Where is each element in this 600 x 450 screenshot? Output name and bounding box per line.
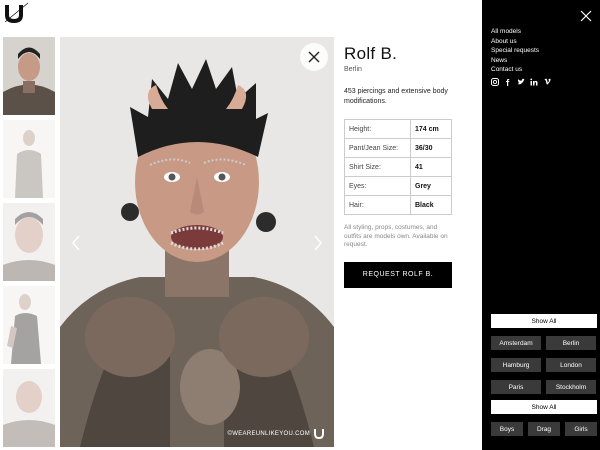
- spec-value: Black: [410, 195, 452, 215]
- next-photo-button[interactable]: [310, 232, 326, 254]
- menu-links: All models About us Special requests New…: [491, 27, 539, 75]
- thumbnail-strip: [3, 37, 55, 450]
- city-chip-london[interactable]: London: [546, 358, 596, 372]
- city-chip-stockholm[interactable]: Stockholm: [546, 380, 596, 394]
- portrait-image: [60, 37, 334, 447]
- thumbnail-5[interactable]: [3, 369, 55, 447]
- thumbnail-2[interactable]: [3, 120, 55, 198]
- spec-value: 174 cm: [410, 119, 452, 139]
- model-photo: ©WEAREUNLIKEYOU.COM: [60, 37, 334, 447]
- category-chips: Boys Drag Girls: [491, 422, 597, 436]
- model-specs-table: Height: 174 cm Pant/Jean Size: 36/30 Shi…: [344, 119, 452, 215]
- spec-key: Hair:: [344, 195, 411, 215]
- twitter-icon[interactable]: [517, 78, 525, 86]
- model-city: Berlin: [344, 66, 362, 73]
- city-filter-group: Show All Amsterdam Berlin Hamburg London…: [491, 314, 597, 394]
- spec-key: Pant/Jean Size:: [344, 138, 411, 158]
- city-chip-amsterdam[interactable]: Amsterdam: [491, 336, 541, 350]
- facebook-icon[interactable]: [504, 78, 512, 86]
- spec-value: 36/30: [410, 138, 452, 158]
- vimeo-icon[interactable]: [543, 78, 551, 86]
- menu-link-contact-us[interactable]: Contact us: [491, 65, 539, 75]
- instagram-icon[interactable]: [491, 78, 499, 86]
- city-chip-paris[interactable]: Paris: [491, 380, 541, 394]
- previous-photo-button[interactable]: [68, 232, 84, 254]
- category-chip-drag[interactable]: Drag: [528, 422, 560, 436]
- category-chip-girls[interactable]: Girls: [565, 422, 597, 436]
- category-filter-group: Show All Boys Drag Girls: [491, 400, 597, 436]
- request-model-button[interactable]: REQUEST ROLF B.: [344, 261, 452, 288]
- thumbnail-4[interactable]: [3, 286, 55, 364]
- close-icon: [308, 51, 320, 63]
- menu-link-special-requests[interactable]: Special requests: [491, 46, 539, 56]
- city-chips: Amsterdam Berlin Hamburg London Paris St…: [491, 336, 597, 394]
- model-name: Rolf B.: [344, 44, 398, 63]
- close-photo-button[interactable]: [300, 43, 328, 71]
- model-info: Rolf B. Berlin 453 piercings and extensi…: [344, 44, 456, 288]
- spec-row: Pant/Jean Size: 36/30: [344, 138, 452, 158]
- show-all-categories-button[interactable]: Show All: [491, 400, 597, 414]
- watermark-text: ©WEAREUNLIKEYOU.COM: [227, 430, 310, 437]
- spec-row: Shirt Size: 41: [344, 157, 452, 177]
- menu-link-news[interactable]: News: [491, 56, 539, 66]
- close-icon: [580, 10, 592, 22]
- thumbnail-1[interactable]: [3, 37, 55, 115]
- chevron-right-icon: [314, 235, 322, 251]
- city-chip-berlin[interactable]: Berlin: [546, 336, 596, 350]
- spec-key: Eyes:: [344, 176, 411, 196]
- spec-key: Height:: [344, 119, 411, 139]
- spec-row: Eyes: Grey: [344, 176, 452, 196]
- chevron-left-icon: [72, 235, 80, 251]
- watermark-logo-icon: [314, 429, 324, 439]
- styling-note: All styling, props, costumes, and outfit…: [344, 224, 448, 248]
- linkedin-icon[interactable]: [530, 78, 538, 86]
- show-all-cities-button[interactable]: Show All: [491, 314, 597, 328]
- photo-watermark: ©WEAREUNLIKEYOU.COM: [228, 428, 324, 439]
- side-menu: All models About us Special requests New…: [482, 0, 600, 450]
- close-menu-button[interactable]: [580, 9, 592, 22]
- thumbnail-3[interactable]: [3, 203, 55, 281]
- spec-key: Shirt Size:: [344, 157, 411, 177]
- category-chip-boys[interactable]: Boys: [491, 422, 523, 436]
- spec-row: Hair: Black: [344, 195, 452, 215]
- model-bio: 453 piercings and extensive body modific…: [344, 88, 448, 105]
- spec-value: 41: [410, 157, 452, 177]
- brand-logo[interactable]: [3, 2, 29, 24]
- spec-value: Grey: [410, 176, 452, 196]
- spec-row: Height: 174 cm: [344, 119, 452, 139]
- menu-link-about-us[interactable]: About us: [491, 37, 539, 47]
- menu-link-all-models[interactable]: All models: [491, 27, 539, 37]
- city-chip-hamburg[interactable]: Hamburg: [491, 358, 541, 372]
- social-links: [491, 78, 551, 86]
- page: ©WEAREUNLIKEYOU.COM Rolf B. Berlin 453 p…: [0, 0, 600, 450]
